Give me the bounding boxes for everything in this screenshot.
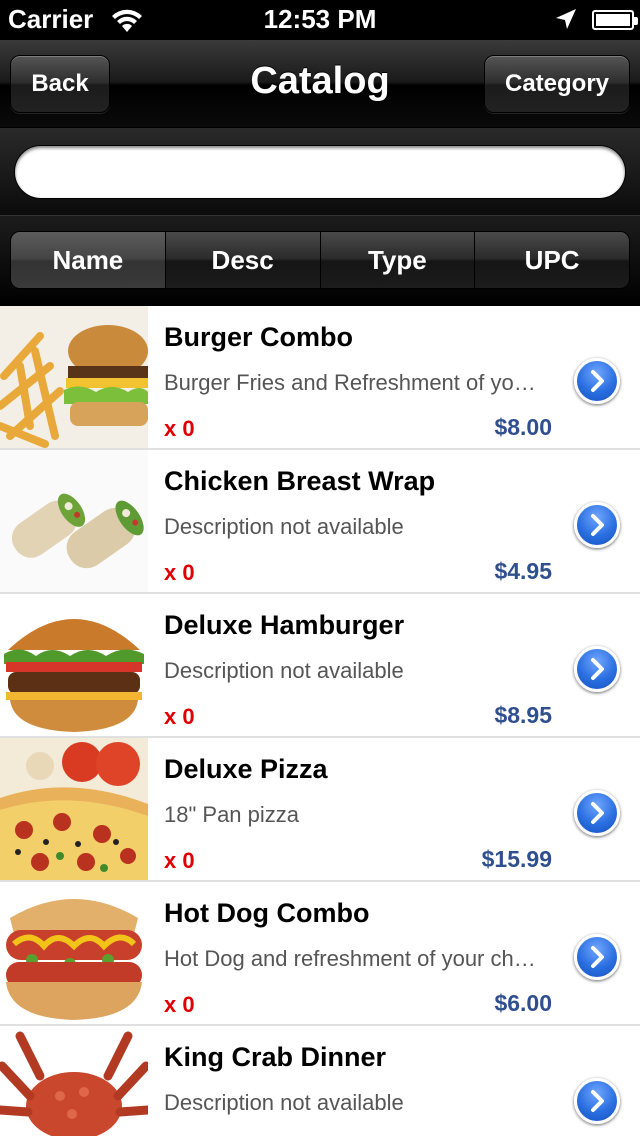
detail-disclosure-button[interactable]: [574, 934, 620, 980]
item-price: $6.00: [494, 990, 552, 1016]
back-button[interactable]: Back: [10, 55, 110, 113]
catalog-list: Burger Combo Burger Fries and Refreshmen…: [0, 306, 640, 1136]
hot-dog-combo-image: [0, 882, 148, 1024]
item-price: $4.95: [494, 558, 552, 584]
chevron-right-icon: [591, 1090, 604, 1112]
chevron-right-icon: [591, 658, 604, 680]
chicken-wrap-image: [0, 450, 148, 592]
catalog-item-row[interactable]: Deluxe Pizza 18" Pan pizza x 0 $15.99: [0, 738, 640, 882]
navigation-bar: Back Catalog Category: [0, 40, 640, 128]
item-description: Description not available: [164, 1090, 404, 1115]
category-button[interactable]: Category: [484, 55, 630, 113]
item-name: Hot Dog Combo: [164, 898, 370, 928]
catalog-screen: Carrier 12:53 PM Back Catalog Category N…: [0, 0, 640, 1136]
item-price: $8.95: [494, 702, 552, 728]
item-quantity: x 0: [164, 848, 195, 873]
catalog-item-row[interactable]: King Crab Dinner Description not availab…: [0, 1026, 640, 1136]
item-price: $15.99: [481, 846, 552, 872]
sort-segment-bar: Name Desc Type UPC: [0, 216, 640, 306]
catalog-item-row[interactable]: Deluxe Hamburger Description not availab…: [0, 594, 640, 738]
chevron-right-icon: [591, 946, 604, 968]
sort-segmented-control: Name Desc Type UPC: [10, 231, 630, 289]
king-crab-image: [0, 1026, 148, 1136]
deluxe-hamburger-image: [0, 594, 148, 736]
item-quantity: x 0: [164, 992, 195, 1017]
segment-type[interactable]: Type: [320, 232, 476, 288]
item-description: 18" Pan pizza: [164, 802, 300, 827]
item-price: $8.00: [494, 414, 552, 440]
deluxe-pizza-image: [0, 738, 148, 880]
item-name: Deluxe Hamburger: [164, 610, 405, 640]
segment-desc[interactable]: Desc: [165, 232, 321, 288]
item-quantity: x 0: [164, 704, 195, 729]
location-arrow-icon: [556, 9, 576, 29]
item-name: Deluxe Pizza: [164, 754, 328, 784]
segment-upc[interactable]: UPC: [475, 232, 629, 288]
chevron-right-icon: [591, 802, 604, 824]
item-name: Chicken Breast Wrap: [164, 466, 436, 496]
detail-disclosure-button[interactable]: [574, 790, 620, 836]
chevron-right-icon: [591, 370, 604, 392]
search-input[interactable]: [14, 145, 626, 199]
battery-icon: [592, 10, 638, 30]
detail-disclosure-button[interactable]: [574, 646, 620, 692]
item-description: Hot Dog and refreshment of your choice: [164, 946, 544, 971]
catalog-item-row[interactable]: Burger Combo Burger Fries and Refreshmen…: [0, 306, 640, 450]
chevron-right-icon: [591, 514, 604, 536]
detail-disclosure-button[interactable]: [574, 358, 620, 404]
item-name: King Crab Dinner: [164, 1042, 387, 1072]
item-quantity: x 0: [164, 416, 195, 441]
burger-combo-image: [0, 306, 148, 448]
item-description: Description not available: [164, 514, 404, 539]
status-bar: Carrier 12:53 PM: [0, 0, 640, 40]
item-description: Description not available: [164, 658, 404, 683]
item-name: Burger Combo: [164, 322, 353, 352]
status-time: 12:53 PM: [263, 4, 377, 34]
segment-name[interactable]: Name: [11, 232, 166, 288]
catalog-item-row[interactable]: Chicken Breast Wrap Description not avai…: [0, 450, 640, 594]
catalog-item-row[interactable]: Hot Dog Combo Hot Dog and refreshment of…: [0, 882, 640, 1026]
item-description: Burger Fries and Refreshment of your cho…: [164, 370, 544, 395]
detail-disclosure-button[interactable]: [574, 1078, 620, 1124]
search-bar: [0, 128, 640, 216]
item-quantity: x 0: [164, 560, 195, 585]
detail-disclosure-button[interactable]: [574, 502, 620, 548]
